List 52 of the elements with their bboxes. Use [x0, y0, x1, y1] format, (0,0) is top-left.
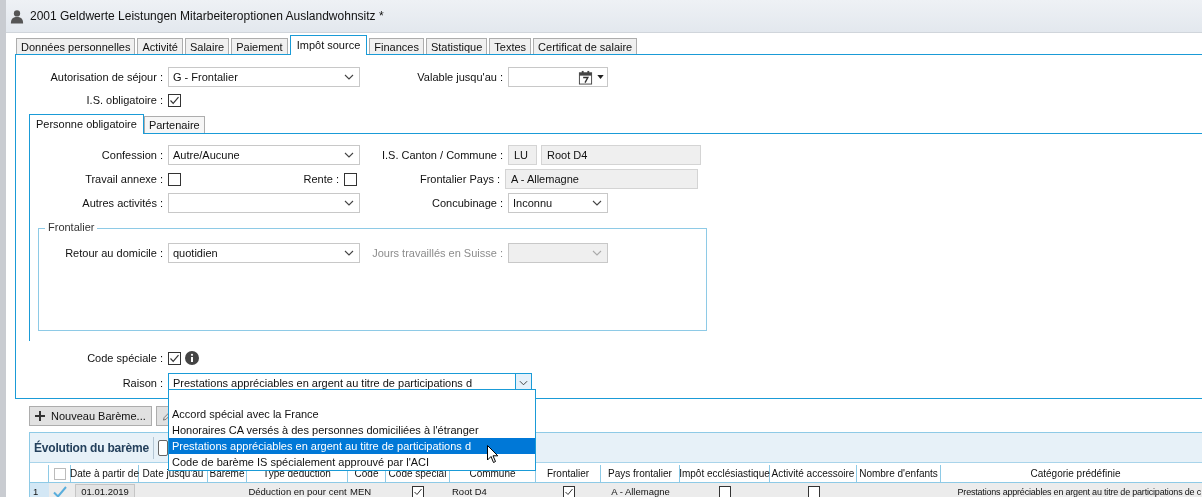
field-label: Valable jusqu'au : — [416, 71, 504, 83]
date-field[interactable]: 01.01.2019 — [75, 484, 135, 497]
column-header[interactable]: Catégorie prédéfinie — [941, 465, 1202, 482]
field-label: I.S. Canton / Commune : — [380, 149, 504, 161]
table-cell: A - Allemagne — [601, 483, 680, 497]
commune-field: Root D4 — [541, 145, 701, 165]
tab[interactable]: Finances — [369, 38, 424, 54]
field-label: Raison : — [121, 377, 164, 389]
tab[interactable]: Textes — [489, 38, 532, 54]
table-cell: MEN — [348, 483, 386, 497]
group-title: Frontalier — [45, 221, 98, 233]
confession-select[interactable]: Autre/Aucune — [168, 145, 360, 165]
dropdown-option[interactable]: Honoraires CA versés à des personnes domiciliées à l'étranger — [169, 422, 535, 438]
dropdown-option[interactable]: Accord spécial avec la France — [169, 406, 535, 422]
tab[interactable]: Personne obligatoire — [29, 114, 144, 134]
tab[interactable]: Salaire — [184, 38, 230, 54]
window-title: 2001 Geldwerte Leistungen Mitarbeiteroptionen Auslandwohnsitz * — [30, 9, 384, 23]
canton-field: LU — [508, 145, 537, 165]
field-label: Autorisation de séjour : — [49, 71, 164, 83]
field-label: Autres activités : — [81, 197, 164, 209]
tab[interactable]: Partenaire — [143, 116, 205, 133]
field-label: Jours travaillés en Suisse : — [371, 247, 504, 259]
field-label: Rente : — [302, 173, 340, 185]
tab[interactable]: Paiement — [231, 38, 288, 54]
field-label: Confession : — [100, 149, 164, 161]
tab[interactable]: Données personnelles — [16, 38, 136, 54]
field-label: Concubinage : — [431, 197, 504, 209]
field-label: Retour au domicile : — [64, 247, 164, 259]
field-label: Code spéciale : — [86, 352, 164, 364]
table-cell: Déduction en pour cent — [247, 483, 348, 497]
tab[interactable]: Activité — [137, 38, 183, 54]
column-header[interactable]: Pays frontalier — [601, 465, 680, 482]
grid-title: Évolution du barème — [34, 440, 149, 455]
tab[interactable]: Certificat de salaire — [533, 38, 638, 54]
column-header[interactable]: Impôt ecclésiastique — [680, 465, 770, 482]
new-scale-button[interactable]: Nouveau Barème... — [29, 406, 152, 426]
tab[interactable]: Statistique — [425, 38, 488, 54]
column-header[interactable]: Nombre d'enfants — [857, 465, 941, 482]
residence-select[interactable]: G - Frontalier — [168, 67, 360, 87]
return-home-select[interactable]: quotidien — [168, 243, 360, 263]
column-header[interactable]: Date à partir de — [71, 465, 139, 482]
border-country-field: A - Allemagne — [505, 169, 698, 189]
dropdown-option[interactable]: Prestations appréciables en argent au titre de participations d — [169, 438, 535, 454]
table-cell: Root D4 — [450, 483, 536, 497]
concubinage-select[interactable]: Inconnu — [508, 193, 608, 213]
table-cell: Prestations appréciables en argent au titre de participations de c — [941, 483, 1202, 497]
field-label: Travail annexe : — [84, 173, 164, 185]
field-label: I.S. obligatoire : — [85, 94, 164, 106]
column-header[interactable]: Activité accessoire — [770, 465, 857, 482]
row-number: 1 — [30, 483, 49, 497]
field-label: Frontalier Pays : — [418, 173, 501, 185]
tab[interactable]: Impôt source — [289, 35, 368, 55]
